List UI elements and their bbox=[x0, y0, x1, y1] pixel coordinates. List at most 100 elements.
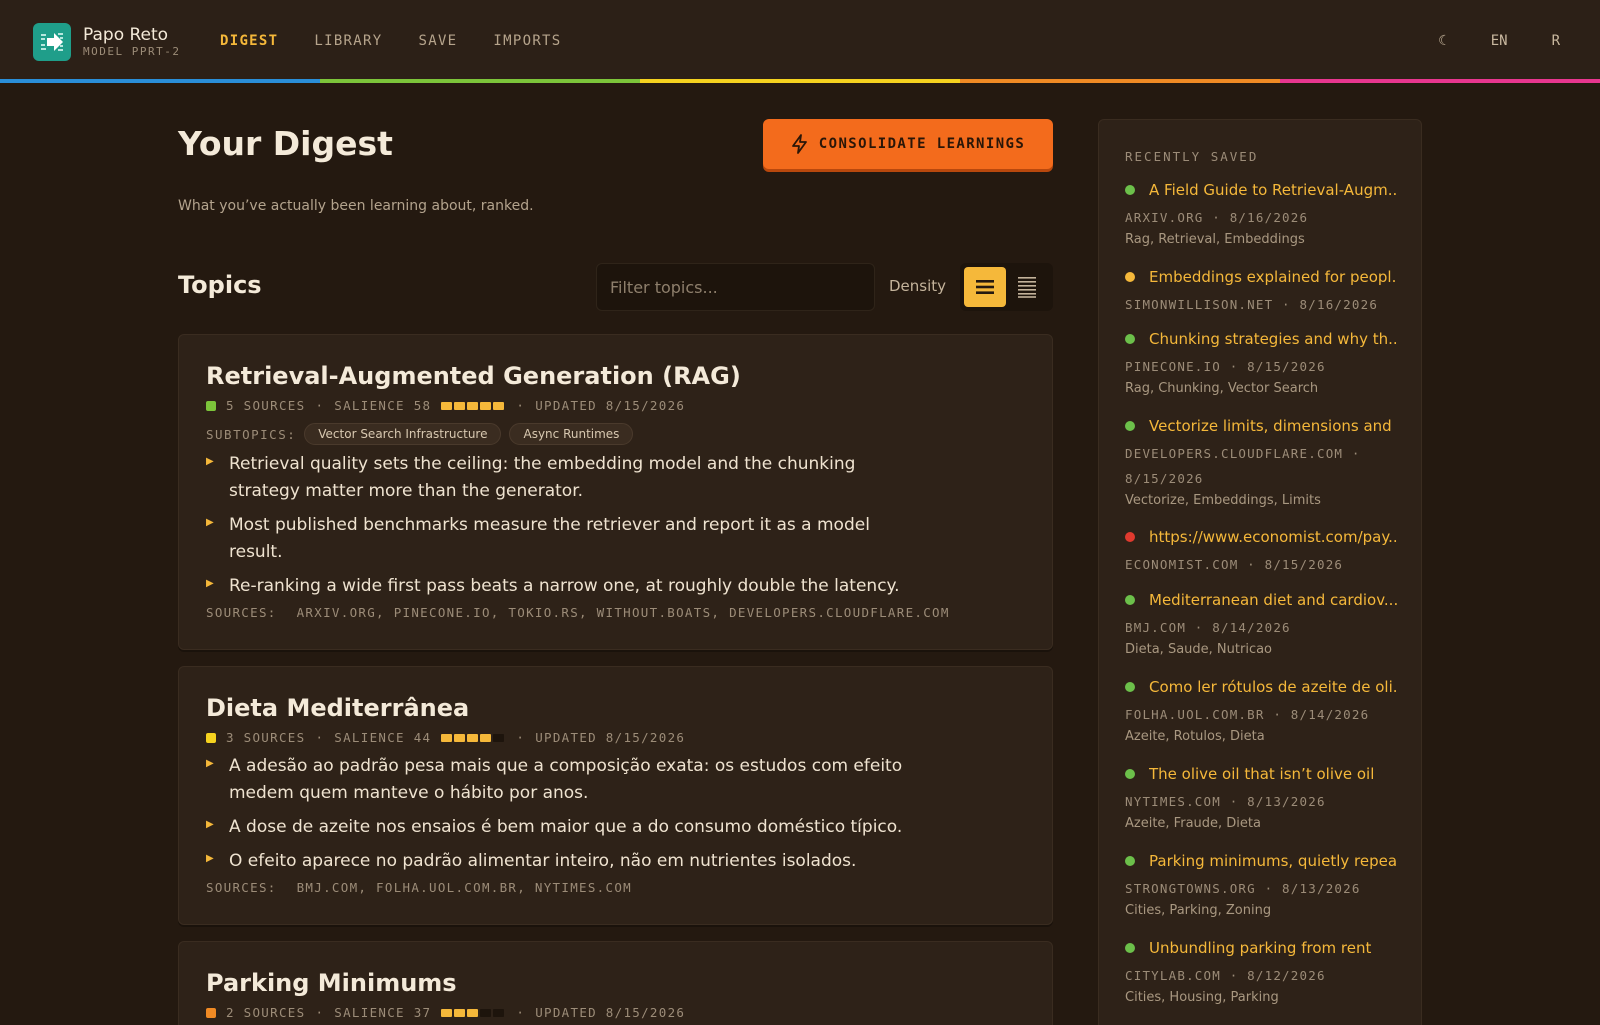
stripe-segment bbox=[960, 79, 1280, 83]
user-avatar[interactable]: R bbox=[1552, 33, 1560, 49]
topic-card-parking-minimums[interactable]: Parking Minimums 2 SOURCES · SALIENCE 37… bbox=[178, 941, 1053, 1025]
saved-item-meta: CITYLAB.COM · 8/12/2026 bbox=[1125, 968, 1326, 983]
main-nav: DIGEST LIBRARY SAVE IMPORTS bbox=[220, 31, 598, 51]
saved-item-meta: FOLHA.UOL.COM.BR · 8/14/2026 bbox=[1125, 707, 1370, 722]
saved-item[interactable]: https://www.economist.com/pay... ECONOMI… bbox=[1125, 528, 1397, 577]
topic-meta: 5 SOURCES · SALIENCE 58 · UPDATED 8/15/2… bbox=[206, 398, 685, 413]
saved-item-title[interactable]: The olive oil that isn’t olive oil bbox=[1149, 765, 1374, 783]
nav-digest[interactable]: DIGEST bbox=[220, 31, 278, 51]
saved-item[interactable]: Chunking strategies and why th... PINECO… bbox=[1125, 330, 1397, 396]
nav-save[interactable]: SAVE bbox=[418, 31, 457, 51]
brand[interactable]: Papo Reto MODEL PPRT-2 bbox=[33, 23, 180, 61]
salience-segment bbox=[467, 733, 479, 742]
subtopic-pill[interactable]: Vector Search Infrastructure bbox=[304, 423, 502, 445]
saved-item[interactable]: The olive oil that isn’t olive oil NYTIM… bbox=[1125, 765, 1397, 831]
subtopic-pill[interactable]: Async Runtimes bbox=[509, 423, 634, 445]
density-comfortable-button[interactable] bbox=[964, 267, 1006, 307]
subtopics-label: SUBTOPICS: bbox=[206, 426, 297, 442]
stripe-segment bbox=[640, 79, 960, 83]
bullet-triangle-icon: ▶ bbox=[206, 819, 214, 830]
saved-item-meta: SIMONWILLISON.NET · 8/16/2026 bbox=[1125, 297, 1379, 312]
salience-segment bbox=[480, 1008, 492, 1017]
density-compact-button[interactable] bbox=[1006, 267, 1048, 307]
saved-item-title[interactable]: Mediterranean diet and cardiov... bbox=[1149, 591, 1397, 609]
topic-sources: SOURCES: BMJ.COM, FOLHA.UOL.COM.BR, NYTIM… bbox=[206, 880, 632, 895]
bullet-text: Retrieval quality sets the ceiling: the … bbox=[229, 454, 856, 501]
saved-item[interactable]: Como ler rótulos de azeite de oli... FOL… bbox=[1125, 678, 1397, 744]
consolidate-learnings-button[interactable]: CONSOLIDATE LEARNINGS bbox=[763, 119, 1053, 169]
salience-segment bbox=[467, 401, 479, 410]
status-dot bbox=[1125, 595, 1135, 605]
topic-card-dieta-mediterranea[interactable]: Dieta Mediterrânea 3 SOURCES · SALIENCE … bbox=[178, 666, 1053, 925]
saved-item-meta: ECONOMIST.COM · 8/15/2026 bbox=[1125, 557, 1344, 572]
saved-item-title[interactable]: Parking minimums, quietly repea... bbox=[1149, 852, 1397, 870]
saved-item-title[interactable]: Embeddings explained for peopl... bbox=[1149, 268, 1397, 286]
saved-item-meta: ARXIV.ORG · 8/16/2026 bbox=[1125, 210, 1309, 225]
saved-item[interactable]: Vectorize limits, dimensions and ... DEV… bbox=[1125, 417, 1397, 508]
saved-item-title[interactable]: https://www.economist.com/pay... bbox=[1149, 528, 1397, 546]
status-dot bbox=[1125, 856, 1135, 866]
sources-list: BMJ.COM, FOLHA.UOL.COM.BR, NYTIMES.COM bbox=[296, 880, 632, 895]
saved-item-title[interactable]: A Field Guide to Retrieval-Augm... bbox=[1149, 181, 1397, 199]
learning-bullet: ▶ Most published benchmarks measure the … bbox=[206, 512, 926, 566]
density-toggle bbox=[960, 263, 1053, 311]
comfortable-lines-icon bbox=[976, 280, 994, 294]
page-subtitle: What you’ve actually been learning about… bbox=[178, 198, 534, 214]
salience-segment bbox=[493, 733, 505, 742]
recently-saved-panel: RECENTLY SAVED A Field Guide to Retrieva… bbox=[1098, 119, 1422, 1025]
bullet-text: A dose de azeite nos ensaios é bem maior… bbox=[229, 817, 903, 837]
saved-item-tags: Dieta, Saude, Nutricao bbox=[1125, 642, 1273, 657]
saved-item[interactable]: A Field Guide to Retrieval-Augm... ARXIV… bbox=[1125, 181, 1397, 247]
bullet-triangle-icon: ▶ bbox=[206, 578, 214, 589]
status-dot bbox=[1125, 943, 1135, 953]
status-dot bbox=[1125, 272, 1135, 282]
saved-item-tags: Rag, Chunking, Vector Search bbox=[1125, 381, 1319, 396]
saved-item-tags: Azeite, Rotulos, Dieta bbox=[1125, 729, 1265, 744]
sources-list: ARXIV.ORG, PINECONE.IO, TOKIO.RS, WITHOU… bbox=[296, 605, 950, 620]
separator: · bbox=[315, 1005, 325, 1020]
status-dot bbox=[1125, 421, 1135, 431]
updated-date: UPDATED 8/15/2026 bbox=[535, 398, 686, 413]
salience-segment bbox=[454, 401, 466, 410]
learning-bullet: ▶ Re-ranking a wide first pass beats a n… bbox=[206, 573, 1006, 600]
saved-item[interactable]: Unbundling parking from rent CITYLAB.COM… bbox=[1125, 939, 1397, 1005]
nav-imports[interactable]: IMPORTS bbox=[493, 31, 561, 51]
saved-item-tags: Cities, Housing, Parking bbox=[1125, 990, 1279, 1005]
compact-lines-icon bbox=[1018, 277, 1036, 298]
sources-label: SOURCES: bbox=[206, 880, 277, 895]
saved-item[interactable]: Embeddings explained for peopl... SIMONW… bbox=[1125, 268, 1397, 317]
app-model: MODEL PPRT-2 bbox=[83, 45, 181, 58]
saved-item-meta: NYTIMES.COM · 8/13/2026 bbox=[1125, 794, 1326, 809]
salience-segment bbox=[480, 401, 492, 410]
salience-meter bbox=[441, 401, 506, 410]
color-stripe bbox=[0, 79, 1600, 83]
learning-bullet: ▶ O efeito aparece no padrão alimentar i… bbox=[206, 848, 1006, 875]
filter-topics-input[interactable] bbox=[596, 263, 875, 311]
nav-library[interactable]: LIBRARY bbox=[314, 31, 382, 51]
saved-item-title[interactable]: Unbundling parking from rent bbox=[1149, 939, 1371, 957]
saved-item-title[interactable]: Como ler rótulos de azeite de oli... bbox=[1149, 678, 1397, 696]
separator: · bbox=[315, 730, 325, 745]
sources-count: 5 SOURCES bbox=[226, 398, 306, 413]
salience-segment bbox=[441, 1008, 453, 1017]
saved-item-title[interactable]: Vectorize limits, dimensions and ... bbox=[1149, 417, 1397, 435]
saved-item-tags: Azeite, Fraude, Dieta bbox=[1125, 816, 1261, 831]
saved-item-meta: BMJ.COM · 8/14/2026 bbox=[1125, 620, 1291, 635]
topic-card-rag[interactable]: Retrieval-Augmented Generation (RAG) 5 S… bbox=[178, 334, 1053, 650]
sources-count: 3 SOURCES bbox=[226, 730, 306, 745]
app-name: Papo Reto bbox=[83, 25, 169, 45]
status-dot bbox=[1125, 769, 1135, 779]
saved-item-title[interactable]: Chunking strategies and why th... bbox=[1149, 330, 1397, 348]
salience-segment bbox=[441, 401, 453, 410]
topic-title: Dieta Mediterrânea bbox=[206, 694, 470, 722]
salience-segment bbox=[493, 1008, 505, 1017]
theme-toggle-moon-icon[interactable]: ☾ bbox=[1438, 33, 1446, 49]
language-button[interactable]: EN bbox=[1491, 33, 1508, 49]
separator: · bbox=[516, 398, 526, 413]
saved-item[interactable]: Mediterranean diet and cardiov... BMJ.CO… bbox=[1125, 591, 1397, 657]
separator: · bbox=[516, 1005, 526, 1020]
salience-segment bbox=[480, 733, 492, 742]
salience-score: SALIENCE 58 bbox=[334, 398, 432, 413]
saved-item-tags: Rag, Retrieval, Embeddings bbox=[1125, 232, 1305, 247]
saved-item[interactable]: Parking minimums, quietly repea... STRON… bbox=[1125, 852, 1397, 918]
